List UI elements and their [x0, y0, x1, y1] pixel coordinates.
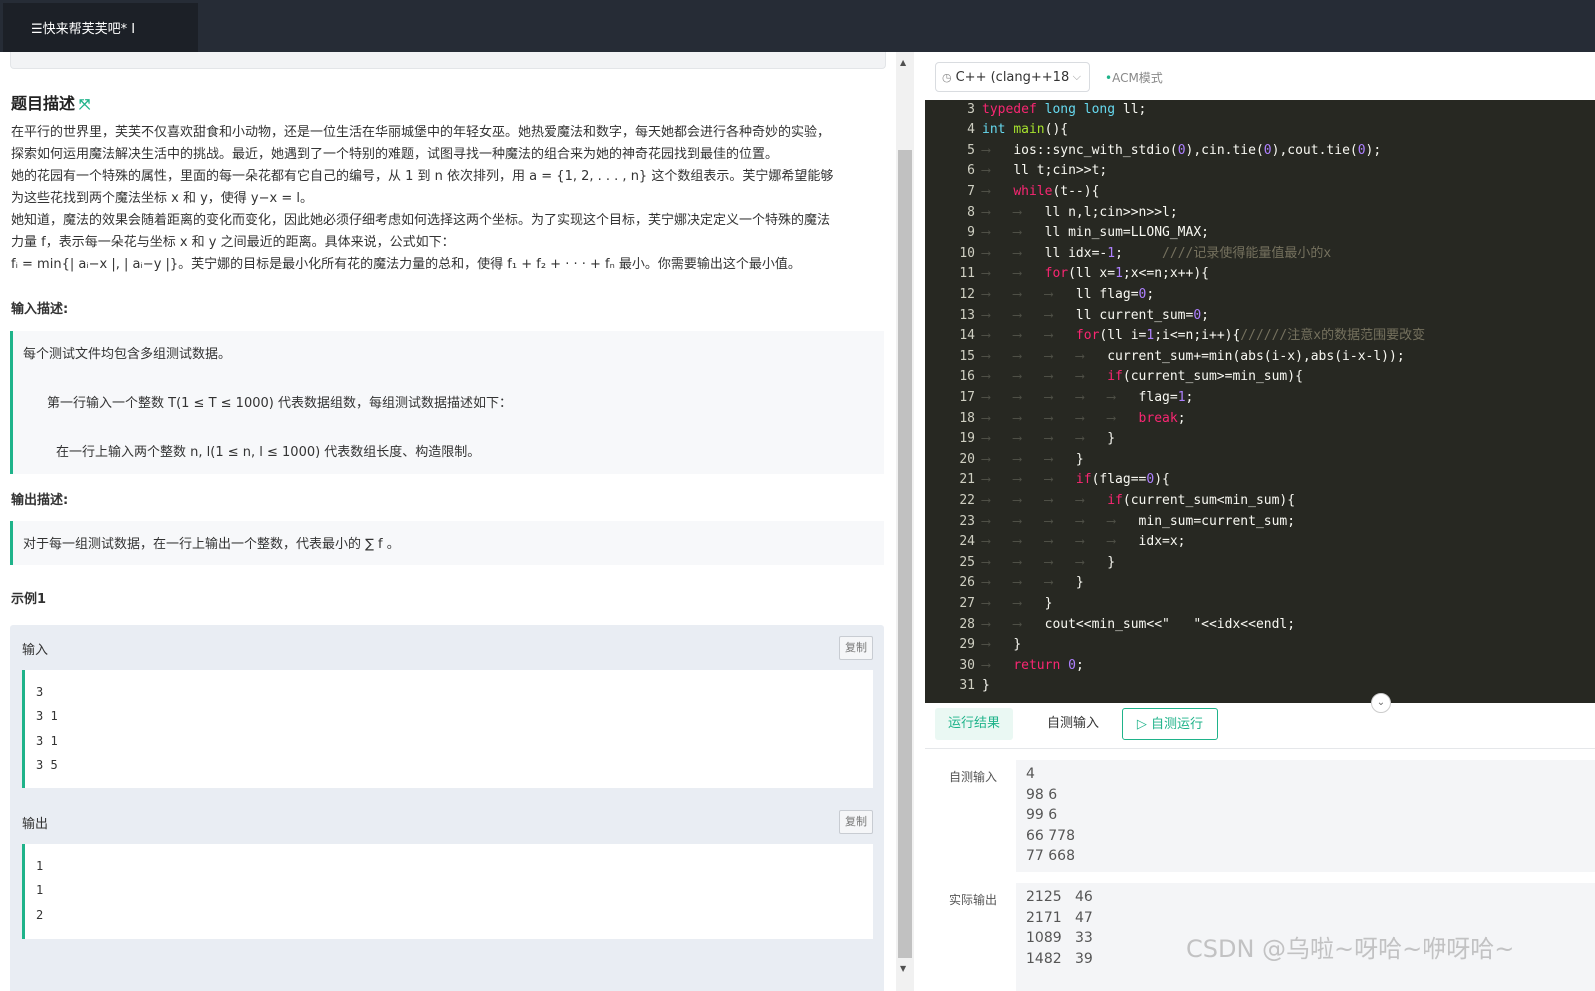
problem-scrollbar[interactable]: ▲ ▼: [896, 52, 914, 991]
code-line: 19 ⟶ ⟶ ⟶ ⟶ }: [959, 431, 1116, 446]
file-tab[interactable]: ☰快来帮芙芙吧* I: [3, 3, 198, 52]
code-line: 12 ⟶ ⟶ ⟶ ll flag=0;: [959, 287, 1155, 302]
self-run-button[interactable]: ▷ 自测运行: [1122, 708, 1218, 740]
code-line: 18 ⟶ ⟶ ⟶ ⟶ ⟶ break;: [959, 411, 1186, 426]
desc-line: 在平行的世界里，芙芙不仅喜欢甜食和小动物，还是一位生活在华丽城堡中的年轻女巫。她…: [11, 125, 831, 140]
code-line: 10 ⟶ ⟶ ll idx=-1; ////记录使得能量值最小的x: [959, 246, 1332, 261]
example-input-line: 3: [36, 685, 44, 699]
code-line: 23 ⟶ ⟶ ⟶ ⟶ ⟶ min_sum=current_sum;: [959, 514, 1296, 529]
self-input-box[interactable]: 4 98 6 99 6 66 778 77 668: [1016, 760, 1595, 872]
copy-input-button[interactable]: 复制: [839, 636, 873, 660]
code-line: 26 ⟶ ⟶ ⟶ }: [959, 575, 1084, 590]
self-input-line: 66 778: [1026, 828, 1075, 844]
code-line: 17 ⟶ ⟶ ⟶ ⟶ ⟶ flag=1;: [959, 390, 1194, 405]
code-line: 20 ⟶ ⟶ ⟶ }: [959, 452, 1084, 467]
code-line: 27 ⟶ ⟶ }: [959, 596, 1053, 611]
chevron-down-icon: ⌵: [1072, 70, 1081, 83]
code-line: 22 ⟶ ⟶ ⟶ ⟶ if(current_sum<min_sum){: [959, 493, 1296, 508]
actual-output-label: 实际输出: [949, 893, 998, 907]
code-line: 3 typedef long long ll;: [967, 102, 1147, 117]
example-label: 示例1: [11, 592, 47, 607]
code-line: 16 ⟶ ⟶ ⟶ ⟶ if(current_sum>=min_sum){: [959, 369, 1303, 384]
desc-line: 力量 f，表示每一朵花与坐标 x 和 y 之间最近的距离。具体来说，公式如下：: [11, 235, 455, 250]
code-line: 24 ⟶ ⟶ ⟶ ⟶ ⟶ idx=x;: [959, 534, 1186, 549]
example-input-line: 3 5: [36, 758, 58, 772]
self-input-label: 自测输入: [949, 770, 998, 784]
self-input-line: 99 6: [1026, 807, 1058, 823]
input-desc-line: 每个测试文件均包含多组测试数据。: [23, 347, 232, 362]
code-line: 5 ⟶ ios::sync_with_stdio(0),cin.tie(0),co…: [967, 143, 1382, 158]
expand-icon[interactable]: ⤧: [79, 97, 90, 113]
file-tab-label: ☰快来帮芙芙吧* I: [31, 22, 136, 37]
desc-line: fᵢ = min{| aᵢ−x |, | aᵢ−y |}。芙宁娜的目标是最小化所…: [11, 257, 801, 272]
input-desc-line: 第一行输入一个整数 T(1 ≤ T ≤ 1000) 代表数据组数，每组测试数据描…: [47, 396, 512, 411]
problem-description: 在平行的世界里，芙芙不仅喜欢甜食和小动物，还是一位生活在华丽城堡中的年轻女巫。她…: [11, 122, 886, 276]
example-input-line: 3 1: [36, 734, 58, 748]
problem-heading: 题目描述 ⤧: [11, 94, 91, 113]
output-desc-box: 对于每一组测试数据，在一行上输出一个整数，代表最小的 ∑ f 。: [10, 521, 884, 565]
code-line: 14 ⟶ ⟶ ⟶ for(ll i=1;i<=n;i++){//////注意x的数…: [959, 328, 1426, 343]
problem-pane: 题目描述 ⤧ 在平行的世界里，芙芙不仅喜欢甜食和小动物，还是一位生活在华丽城堡中的…: [0, 52, 895, 991]
clock-icon: ◷: [942, 70, 952, 84]
code-line: 4 int main(){: [967, 122, 1069, 137]
output-line: 1482 39: [1026, 951, 1093, 967]
code-line: 31}: [959, 678, 990, 693]
example-input-label: 输入: [22, 643, 49, 658]
code-line: 30 ⟶ return 0;: [959, 658, 1084, 673]
input-desc-label: 输入描述:: [11, 302, 69, 317]
code-line: 8 ⟶ ⟶ ll n,l;cin>>n>>l;: [967, 205, 1178, 220]
example-output-label: 输出: [22, 817, 49, 832]
copy-output-button[interactable]: 复制: [839, 810, 873, 834]
example-input: 3 3 1 3 1 3 5: [22, 670, 873, 788]
code-line: 21 ⟶ ⟶ ⟶ if(flag==0){: [959, 472, 1170, 487]
self-input-line: 77 668: [1026, 848, 1075, 864]
tab-run-result[interactable]: 运行结果: [935, 708, 1013, 740]
input-desc-box: 每个测试文件均包含多组测试数据。 第一行输入一个整数 T(1 ≤ T ≤ 100…: [10, 331, 884, 474]
example-input-line: 3 1: [36, 709, 58, 723]
code-line: 13 ⟶ ⟶ ⟶ ll current_sum=0;: [959, 308, 1209, 323]
desc-line: 为这些花找到两个魔法坐标 x 和 y，使得 y−x = l。: [11, 191, 313, 206]
code-line: 25 ⟶ ⟶ ⟶ ⟶ }: [959, 555, 1116, 570]
desc-line: 她知道，魔法的效果会随着距离的变化而变化，因此她必须仔细考虑如何选择这两个坐标。…: [11, 213, 831, 228]
tab-self-input[interactable]: 自测输入: [1035, 708, 1111, 740]
output-line: 2125 46: [1026, 889, 1093, 905]
input-desc-line: 在一行上输入两个整数 n, l(1 ≤ n, l ≤ 1000) 代表数组长度、…: [56, 445, 481, 460]
code-editor[interactable]: 3 typedef long long ll; 4 int main(){ 5 ⟶ i…: [925, 100, 1595, 703]
output-desc-label: 输出描述:: [11, 493, 69, 508]
watermark: CSDN @乌啦~呀哈~咿呀哈~: [1186, 935, 1515, 963]
self-input-line: 4: [1026, 766, 1035, 782]
example-box: 输入 复制 3 3 1 3 1 3 5 输出 复制 1 1 2: [10, 625, 884, 991]
example-output-line: 1: [36, 859, 44, 873]
mode-label: •ACM模式: [1105, 71, 1163, 85]
code-line: 9 ⟶ ⟶ ll min_sum=LLONG_MAX;: [967, 225, 1209, 240]
language-value: C++ (clang++18: [955, 69, 1070, 85]
self-input-line: 98 6: [1026, 787, 1058, 803]
output-desc-line: 对于每一组测试数据，在一行上输出一个整数，代表最小的 ∑ f 。: [23, 537, 400, 552]
example-output-line: 2: [36, 908, 44, 922]
example-output-line: 1: [36, 883, 44, 897]
language-select[interactable]: ◷ C++ (clang++18 ⌵: [935, 62, 1090, 92]
example-output: 1 1 2: [22, 844, 873, 939]
output-line: 1089 33: [1026, 930, 1093, 946]
code-line: 29 ⟶ }: [959, 637, 1022, 652]
top-bar: ☰快来帮芙芙吧* I: [0, 0, 1595, 52]
collapse-chevron-icon[interactable]: ⌄: [1371, 693, 1391, 713]
scrollbar-thumb[interactable]: [898, 150, 912, 958]
code-line: 11 ⟶ ⟶ for(ll x=1;x<=n;x++){: [959, 266, 1209, 281]
divider: [925, 748, 1595, 749]
desc-line: 探索如何运用魔法解决生活中的挑战。最近，她遇到了一个特别的难题，试图寻找一种魔法…: [11, 147, 779, 162]
code-line: 28 ⟶ ⟶ cout<<min_sum<<" "<<idx<<endl;: [959, 617, 1296, 632]
code-pane: ◷ C++ (clang++18 ⌵ •ACM模式 3 typedef long …: [925, 52, 1595, 991]
scroll-up-icon[interactable]: ▲: [900, 58, 906, 67]
scroll-down-icon[interactable]: ▼: [900, 964, 906, 973]
collapsed-panel: [10, 52, 886, 69]
code-line: 6 ⟶ ll t;cin>>t;: [967, 163, 1108, 178]
desc-line: 她的花园有一个特殊的属性，里面的每一朵花都有它自己的编号，从 1 到 n 依次排…: [11, 169, 834, 184]
code-line: 7 ⟶ while(t--){: [967, 184, 1100, 199]
output-line: 2171 47: [1026, 910, 1093, 926]
code-line: 15 ⟶ ⟶ ⟶ ⟶ current_sum+=min(abs(i-x),abs(…: [959, 349, 1405, 364]
